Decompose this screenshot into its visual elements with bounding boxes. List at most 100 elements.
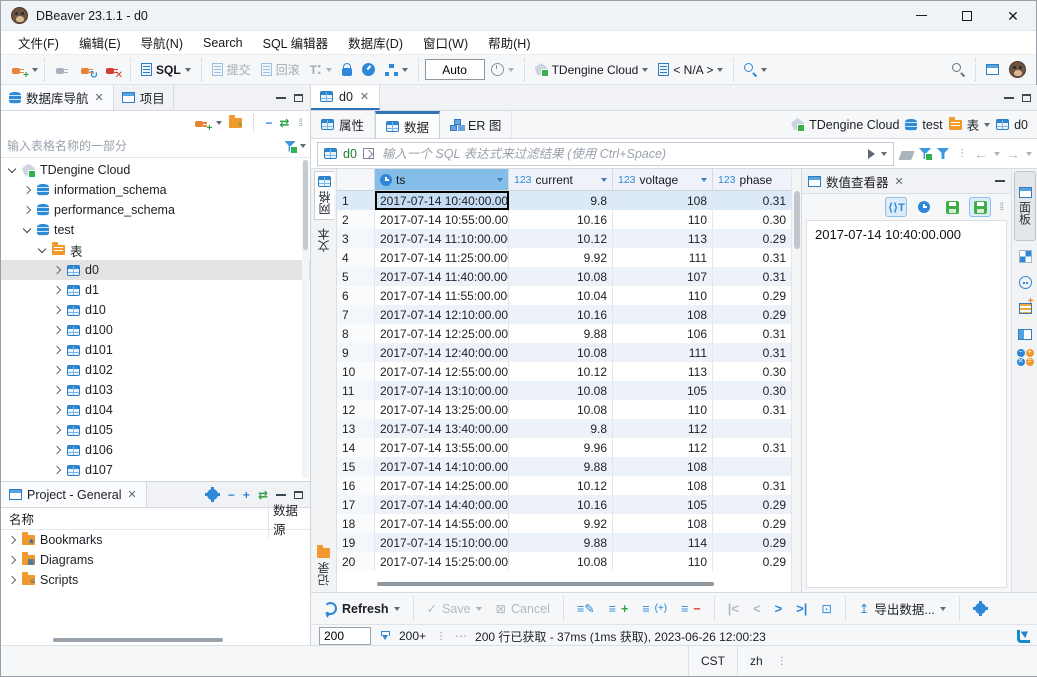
chevron-right-icon[interactable]	[8, 536, 16, 544]
column-header-ts[interactable]: ts	[375, 169, 509, 190]
row-number-cell[interactable]: 10	[337, 362, 375, 381]
nav-new-connection-dropdown[interactable]	[216, 121, 222, 125]
phase-cell[interactable]: 0.30	[713, 381, 791, 400]
project-minimize-icon[interactable]	[276, 494, 286, 496]
statusbar-menu-icon[interactable]: ⋮	[775, 656, 788, 667]
tree-item-d105[interactable]: d105	[1, 420, 310, 440]
filter-history-dropdown[interactable]	[881, 152, 887, 156]
add-row-button[interactable]: ≡+	[604, 599, 634, 619]
editor-tab-d0[interactable]: d0 ✕	[311, 85, 380, 110]
ts-cell[interactable]: 2017-07-14 11:10:00.000	[375, 229, 509, 248]
network-button[interactable]	[381, 61, 412, 79]
fetch-size-input[interactable]	[319, 627, 371, 645]
row-number-cell[interactable]: 7	[337, 305, 375, 324]
current-cell[interactable]: 10.16	[509, 210, 613, 229]
datetime-view-button[interactable]	[913, 197, 935, 217]
row-number-cell[interactable]: 8	[337, 324, 375, 343]
current-cell[interactable]: 9.8	[509, 419, 613, 438]
nav-forward-icon[interactable]: →	[1006, 146, 1020, 162]
sql-editor-dropdown[interactable]	[185, 68, 191, 72]
tree-item-d103[interactable]: d103	[1, 380, 310, 400]
breadcrumb-dropdown[interactable]	[984, 123, 990, 127]
voltage-cell[interactable]: 108	[613, 457, 713, 476]
menu-item-2[interactable]: 导航(N)	[132, 31, 192, 54]
aggregate-panel-icon[interactable]	[1014, 271, 1036, 293]
voltage-cell[interactable]: 108	[613, 191, 713, 210]
project-link-icon[interactable]: ⇄	[258, 488, 268, 502]
ts-cell[interactable]: 2017-07-14 14:10:00.000	[375, 457, 509, 476]
prev-page-button[interactable]: <	[748, 598, 766, 619]
editor-tab-close-icon[interactable]: ✕	[359, 90, 370, 103]
save-value-button[interactable]	[941, 197, 963, 217]
nav-back-dropdown[interactable]	[994, 152, 1000, 156]
new-connection-button[interactable]: +	[7, 60, 30, 80]
phase-cell[interactable]: 0.31	[713, 400, 791, 419]
active-database-selector[interactable]: < N/A >	[654, 60, 727, 80]
table-row-16[interactable]: 162017-07-14 14:25:00.00010.121080.31	[337, 476, 791, 495]
row-number-cell[interactable]: 11	[337, 381, 375, 400]
ts-cell[interactable]: 2017-07-14 10:40:00.000	[375, 191, 509, 210]
chevron-right-icon[interactable]	[53, 306, 61, 314]
quick-search-button[interactable]	[740, 60, 771, 79]
row-number-cell[interactable]: 20	[337, 552, 375, 571]
text-view-button[interactable]: ⟨⟩T	[885, 197, 907, 217]
phase-cell[interactable]: 0.30	[713, 210, 791, 229]
ts-cell[interactable]: 2017-07-14 15:10:00.000	[375, 533, 509, 552]
voltage-cell[interactable]: 108	[613, 476, 713, 495]
voltage-cell[interactable]: 107	[613, 267, 713, 286]
menu-item-7[interactable]: 帮助(H)	[479, 31, 539, 54]
row-number-cell[interactable]: 3	[337, 229, 375, 248]
table-row-13[interactable]: 132017-07-14 13:40:00.0009.8112	[337, 419, 791, 438]
project-tab-close-icon[interactable]: ✕	[126, 488, 137, 501]
tab-data[interactable]: 数据	[375, 111, 440, 138]
column-header-current[interactable]: 123 current	[509, 169, 613, 190]
row-number-cell[interactable]: 1	[337, 191, 375, 210]
ts-cell[interactable]: 2017-07-14 11:25:00.000	[375, 248, 509, 267]
current-cell[interactable]: 10.12	[509, 362, 613, 381]
current-cell[interactable]: 9.92	[509, 248, 613, 267]
next-page-button[interactable]: >	[770, 598, 788, 619]
refresh-button[interactable]: Refresh	[319, 599, 405, 619]
quick-search-dropdown[interactable]	[761, 68, 767, 72]
ts-cell[interactable]: 2017-07-14 12:25:00.000	[375, 324, 509, 343]
value-panel-icon[interactable]	[1014, 323, 1036, 345]
save-dropdown[interactable]	[476, 607, 482, 611]
phase-cell[interactable]: 0.30	[713, 362, 791, 381]
filterbar-menu-icon[interactable]: ⋮	[955, 148, 968, 159]
row-number-cell[interactable]: 6	[337, 286, 375, 305]
history-dropdown[interactable]	[508, 68, 514, 72]
menu-item-4[interactable]: SQL 编辑器	[254, 31, 338, 54]
ts-column-dropdown[interactable]	[497, 178, 503, 182]
ts-cell[interactable]: 2017-07-14 12:40:00.000	[375, 343, 509, 362]
ts-cell[interactable]: 2017-07-14 13:55:00.000	[375, 438, 509, 457]
value-viewer-content[interactable]: 2017-07-14 10:40:00.000	[806, 220, 1007, 588]
ts-cell[interactable]: 2017-07-14 14:55:00.000	[375, 514, 509, 533]
current-cell[interactable]: 10.04	[509, 286, 613, 305]
collapse-all-icon[interactable]: −	[265, 116, 272, 130]
reconnect-button[interactable]: ↻	[76, 60, 99, 80]
menu-item-1[interactable]: 编辑(E)	[70, 31, 130, 54]
clear-filter-icon[interactable]	[898, 151, 914, 160]
menu-item-3[interactable]: Search	[194, 34, 252, 52]
voltage-cell[interactable]: 111	[613, 248, 713, 267]
tree-item-test[interactable]: test	[1, 220, 310, 240]
database-dropdown[interactable]	[717, 68, 723, 72]
row-number-cell[interactable]: 14	[337, 438, 375, 457]
row-number-cell[interactable]: 16	[337, 476, 375, 495]
network-dropdown[interactable]	[402, 68, 408, 72]
chevron-right-icon[interactable]	[53, 286, 61, 294]
commit-mode-combo[interactable]	[425, 59, 485, 80]
chevron-down-icon[interactable]	[23, 224, 31, 232]
table-row-20[interactable]: 202017-07-14 15:25:00.00010.081100.29	[337, 552, 791, 571]
table-row-12[interactable]: 122017-07-14 13:25:00.00010.081100.31	[337, 400, 791, 419]
breadcrumb-database[interactable]: test	[905, 118, 942, 132]
tree-item-d101[interactable]: d101	[1, 340, 310, 360]
current-cell[interactable]: 10.08	[509, 343, 613, 362]
grid-vscrollbar[interactable]	[791, 169, 801, 592]
chevron-right-icon[interactable]	[53, 426, 61, 434]
column-name-header[interactable]: 名称	[1, 509, 268, 528]
save-button[interactable]: ✓ Save	[422, 598, 487, 619]
metadata-panel-icon[interactable]	[1014, 297, 1036, 319]
project-item-Scripts[interactable]: ≡Scripts	[1, 570, 310, 590]
tab-record-mode[interactable]: 记录	[314, 544, 333, 590]
